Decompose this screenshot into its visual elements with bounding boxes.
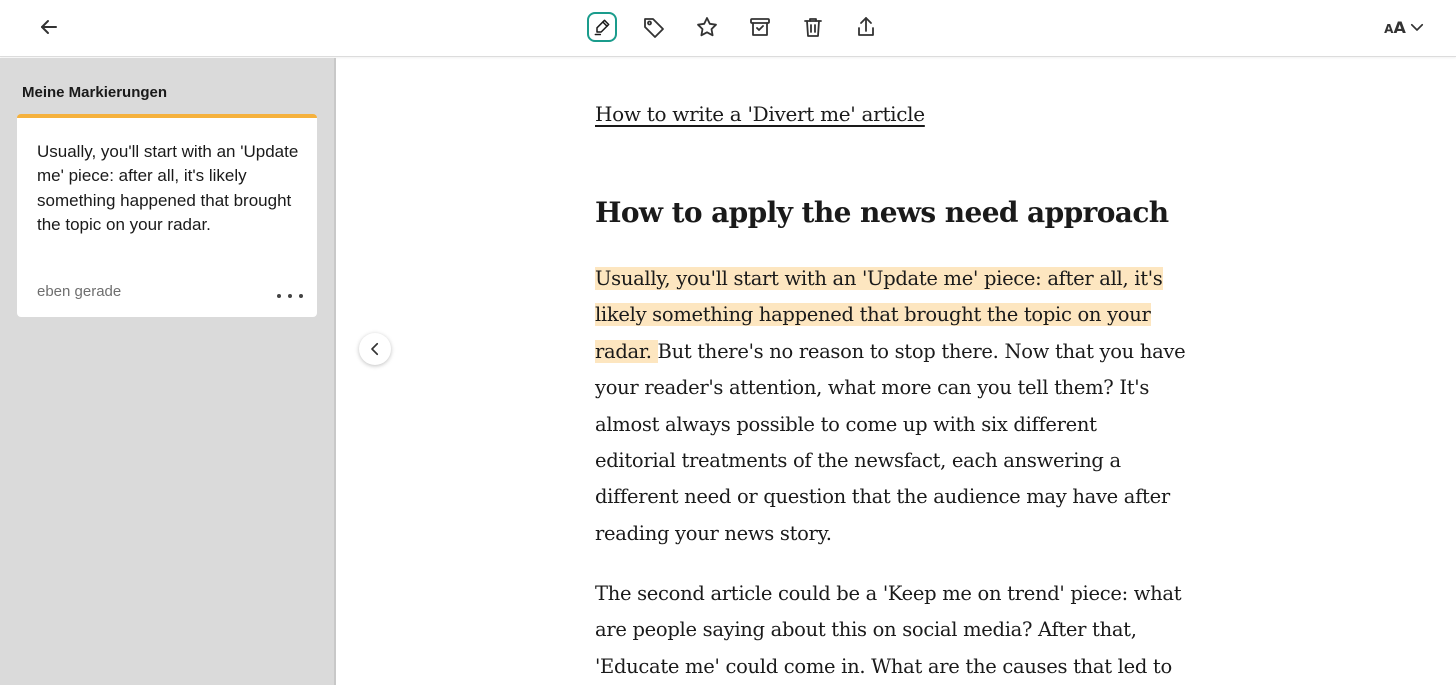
font-size-icon: A A (1384, 18, 1406, 37)
paragraph-line: different need or question that the audi… (595, 485, 1170, 509)
collapse-sidebar-button[interactable] (359, 333, 391, 365)
paragraph-text: But there's no reason to stop there. Now… (657, 339, 1186, 363)
paragraph-line: editorial treatments of the newsfact, ea… (595, 449, 1121, 473)
paragraph-line: 'Educate me' could come in. What are the… (595, 654, 1172, 678)
highlight-card-text: Usually, you'll start with an 'Update me… (37, 142, 299, 234)
dot-icon (288, 294, 292, 298)
paragraph-line: likely something happened that brought t… (595, 297, 1225, 333)
highlights-sidebar: Meine Markierungen Usually, you'll start… (0, 58, 336, 685)
sidebar-title: Meine Markierungen (22, 84, 168, 101)
chevron-down-icon (1410, 23, 1423, 31)
dot-icon (299, 294, 303, 298)
archive-button[interactable] (743, 10, 777, 44)
paragraph-line: are people saying about this on social m… (595, 618, 1137, 642)
highlighted-text[interactable]: likely something happened that brought t… (595, 303, 1151, 327)
paragraph-line: almost always possible to come up with s… (595, 412, 1097, 436)
archive-icon (750, 18, 770, 36)
font-label-big: A (1393, 17, 1406, 37)
paragraph-line: your reader's attention, what more can y… (595, 376, 1150, 400)
tag-button[interactable] (637, 10, 671, 44)
article-heading: How to apply the news need approach (595, 196, 1169, 229)
star-icon (697, 17, 717, 37)
top-toolbar: A A (0, 0, 1456, 57)
highlight-button[interactable] (585, 10, 619, 44)
highlighter-icon (594, 19, 610, 36)
dot-icon (277, 294, 281, 298)
paragraph-line: radar. But there's no reason to stop the… (595, 334, 1225, 370)
arrow-left-icon (41, 20, 57, 34)
highlighted-text[interactable]: radar. (595, 339, 658, 363)
paragraph-line: Usually, you'll start with an 'Update me… (595, 261, 1225, 297)
article-link[interactable]: How to write a 'Divert me' article (595, 102, 925, 126)
back-button[interactable] (32, 10, 66, 44)
font-label-small: A (1384, 21, 1394, 36)
highlighted-text[interactable]: Usually, you'll start with an 'Update me… (595, 267, 1163, 290)
paragraph-line: reading your news story. (595, 521, 832, 545)
share-button[interactable] (849, 10, 883, 44)
article-paragraph: Usually, you'll start with an 'Update me… (595, 261, 1225, 552)
font-settings-button[interactable]: A A (1380, 10, 1430, 44)
highlight-card[interactable]: Usually, you'll start with an 'Update me… (17, 114, 317, 317)
chevron-left-icon (371, 342, 379, 356)
highlight-card-timestamp: eben gerade (37, 283, 122, 300)
trash-icon (804, 18, 822, 37)
share-icon (858, 17, 874, 36)
highlight-button-frame (587, 12, 617, 42)
delete-button[interactable] (796, 10, 830, 44)
paragraph-line: The second article could be a 'Keep me o… (595, 582, 1182, 605)
tag-icon (644, 18, 664, 38)
favorite-button[interactable] (690, 10, 724, 44)
more-options-button[interactable] (277, 286, 303, 306)
article-paragraph: The second article could be a 'Keep me o… (595, 576, 1225, 685)
